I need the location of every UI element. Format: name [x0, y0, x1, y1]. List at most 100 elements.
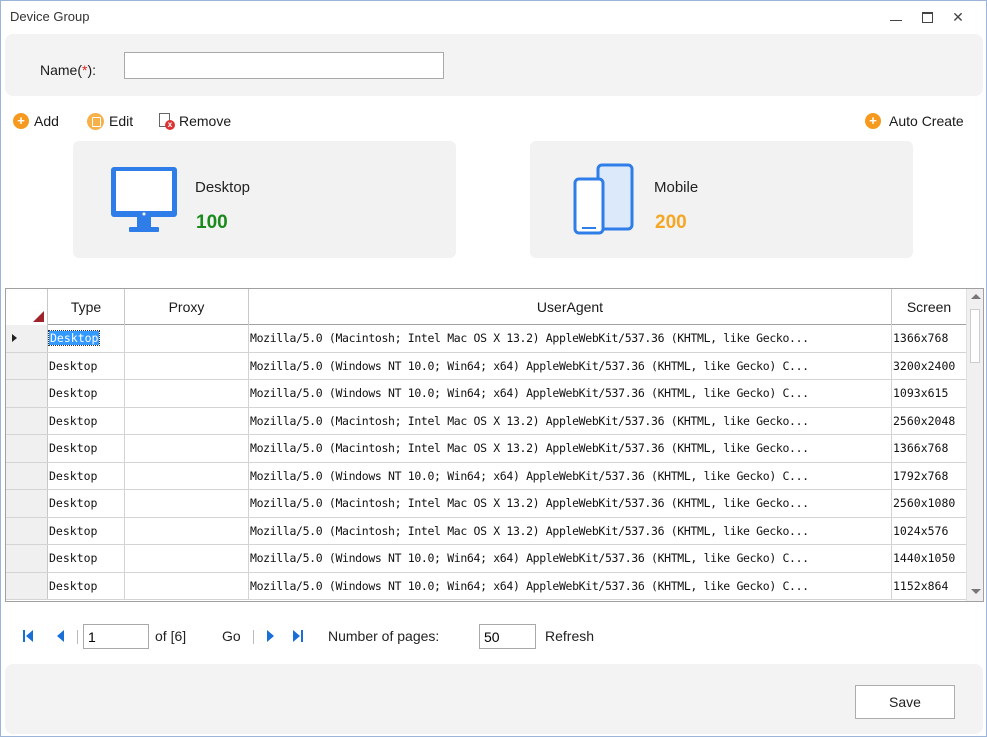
pager: of [6] Go Number of pages: Refresh — [1, 621, 987, 651]
cell-useragent[interactable]: Mozilla/5.0 (Windows NT 10.0; Win64; x64… — [249, 462, 892, 489]
row-header[interactable] — [6, 407, 48, 434]
row-header[interactable] — [6, 462, 48, 489]
cell-type[interactable]: Desktop — [48, 545, 125, 572]
cell-screen[interactable]: 2560x1080 — [892, 490, 966, 517]
cell-screen[interactable]: 1792x768 — [892, 463, 966, 490]
column-header-type[interactable]: Type — [48, 289, 125, 325]
cell-type[interactable]: Desktop — [48, 407, 125, 434]
cell-useragent[interactable]: Mozilla/5.0 (Windows NT 10.0; Win64; x64… — [249, 545, 892, 572]
cell-useragent-text: Mozilla/5.0 (Macintosh; Intel Mac OS X 1… — [250, 413, 809, 428]
cell-useragent[interactable]: Mozilla/5.0 (Macintosh; Intel Mac OS X 1… — [249, 435, 892, 462]
column-header-useragent[interactable]: UserAgent — [249, 289, 892, 325]
grid-corner[interactable] — [6, 289, 48, 325]
cell-type[interactable]: Desktop — [48, 517, 125, 544]
next-page-icon[interactable] — [265, 629, 279, 643]
auto-create-button[interactable]: + Auto Create — [865, 110, 964, 132]
save-button[interactable]: Save — [855, 685, 955, 719]
table-row[interactable]: Desktop Mozilla/5.0 (Macintosh; Intel Mac… — [6, 325, 966, 353]
minimize-button[interactable] — [884, 5, 908, 29]
page-size-input[interactable] — [479, 624, 536, 649]
table-row[interactable]: Desktop Mozilla/5.0 (Windows NT 10.0; Win… — [6, 462, 966, 490]
cell-useragent[interactable]: Mozilla/5.0 (Macintosh; Intel Mac OS X 1… — [249, 325, 892, 352]
cell-screen[interactable]: 1152x864 — [892, 573, 966, 600]
cell-screen[interactable]: 3200x2400 — [892, 353, 966, 380]
cell-screen[interactable]: 1093x615 — [892, 380, 966, 407]
cell-useragent[interactable]: Mozilla/5.0 (Macintosh; Intel Mac OS X 1… — [249, 407, 892, 434]
cell-screen[interactable]: 1366x768 — [892, 435, 966, 462]
row-header[interactable] — [6, 572, 48, 599]
go-button[interactable]: Go — [222, 621, 241, 651]
cell-useragent-text: Mozilla/5.0 (Windows NT 10.0; Win64; x64… — [250, 386, 809, 400]
cell-useragent[interactable]: Mozilla/5.0 (Windows NT 10.0; Win64; x64… — [249, 352, 892, 379]
add-label: Add — [34, 113, 59, 129]
cell-type[interactable]: Desktop — [48, 352, 125, 379]
row-header[interactable] — [6, 545, 48, 572]
current-page-input[interactable] — [83, 624, 149, 649]
row-header[interactable] — [6, 352, 48, 379]
cell-proxy[interactable] — [125, 462, 249, 489]
page-count-label: of [6] — [155, 628, 187, 644]
cell-proxy[interactable] — [125, 545, 249, 572]
cell-screen[interactable]: 1440x1050 — [892, 545, 966, 572]
cell-useragent[interactable]: Mozilla/5.0 (Windows NT 10.0; Win64; x64… — [249, 380, 892, 407]
row-header[interactable] — [6, 325, 48, 352]
cell-screen[interactable]: 2560x2048 — [892, 408, 966, 435]
cell-proxy[interactable] — [125, 490, 249, 517]
cell-type[interactable]: Desktop — [48, 490, 125, 517]
cell-type[interactable]: Desktop — [48, 325, 125, 352]
cell-useragent[interactable]: Mozilla/5.0 (Macintosh; Intel Mac OS X 1… — [249, 490, 892, 517]
vertical-scrollbar[interactable] — [966, 289, 983, 601]
close-button[interactable]: ✕ — [946, 5, 970, 29]
auto-create-icon: + — [865, 113, 881, 129]
cell-proxy[interactable] — [125, 325, 249, 352]
cell-screen[interactable]: 1366x768 — [892, 325, 966, 352]
scroll-thumb[interactable] — [970, 309, 980, 363]
column-header-proxy[interactable]: Proxy — [125, 289, 249, 325]
cell-proxy[interactable] — [125, 435, 249, 462]
table-row[interactable]: Desktop Mozilla/5.0 (Macintosh; Intel Mac… — [6, 435, 966, 463]
name-input[interactable] — [124, 52, 444, 79]
cell-proxy[interactable] — [125, 407, 249, 434]
row-header[interactable] — [6, 490, 48, 517]
cell-useragent-text: Mozilla/5.0 (Macintosh; Intel Mac OS X 1… — [250, 331, 809, 345]
column-header-screen[interactable]: Screen — [892, 289, 966, 325]
cell-useragent[interactable]: Mozilla/5.0 (Macintosh; Intel Mac OS X 1… — [249, 517, 892, 544]
cell-useragent[interactable]: Mozilla/5.0 (Windows NT 10.0; Win64; x64… — [249, 572, 892, 599]
cell-proxy[interactable] — [125, 380, 249, 407]
last-page-icon[interactable] — [293, 629, 307, 643]
first-page-icon[interactable] — [23, 629, 37, 643]
table-row[interactable]: Desktop Mozilla/5.0 (Windows NT 10.0; Win… — [6, 545, 966, 573]
table-row[interactable]: Desktop Mozilla/5.0 (Windows NT 10.0; Win… — [6, 380, 966, 408]
row-header[interactable] — [6, 517, 48, 544]
scroll-up-icon[interactable] — [971, 294, 981, 299]
table-row[interactable]: Desktop Mozilla/5.0 (Macintosh; Intel Mac… — [6, 407, 966, 435]
cell-proxy[interactable] — [125, 572, 249, 599]
edit-button[interactable]: Edit — [87, 110, 133, 132]
cell-type[interactable]: Desktop — [48, 380, 125, 407]
table-row[interactable]: Desktop Mozilla/5.0 (Windows NT 10.0; Win… — [6, 572, 966, 600]
cell-type-text: Desktop — [49, 358, 98, 373]
table-row[interactable]: Desktop Mozilla/5.0 (Windows NT 10.0; Win… — [6, 352, 966, 380]
remove-icon: x — [157, 112, 175, 130]
table-row[interactable]: Desktop Mozilla/5.0 (Macintosh; Intel Mac… — [6, 490, 966, 518]
row-header[interactable] — [6, 380, 48, 407]
cell-type[interactable]: Desktop — [48, 572, 125, 599]
row-header[interactable] — [6, 435, 48, 462]
add-button[interactable]: + Add — [13, 110, 59, 132]
table-row[interactable]: Desktop Mozilla/5.0 (Macintosh; Intel Mac… — [6, 517, 966, 545]
cell-type-text: Desktop — [49, 551, 98, 565]
mobile-count: 200 — [655, 212, 687, 233]
maximize-button[interactable] — [915, 5, 939, 29]
cell-screen[interactable]: 1024x576 — [892, 518, 966, 545]
cell-type[interactable]: Desktop — [48, 462, 125, 489]
previous-page-icon[interactable] — [55, 629, 69, 643]
cell-proxy[interactable] — [125, 517, 249, 544]
refresh-button[interactable]: Refresh — [545, 621, 594, 651]
scroll-down-icon[interactable] — [971, 589, 981, 594]
cell-screen-text: 1152x864 — [893, 578, 949, 593]
name-label-text: Name( — [40, 62, 83, 78]
cell-type[interactable]: Desktop — [48, 435, 125, 462]
cell-proxy[interactable] — [125, 352, 249, 379]
cell-screen-text: 1366x768 — [893, 441, 949, 455]
remove-button[interactable]: x Remove — [157, 110, 231, 132]
